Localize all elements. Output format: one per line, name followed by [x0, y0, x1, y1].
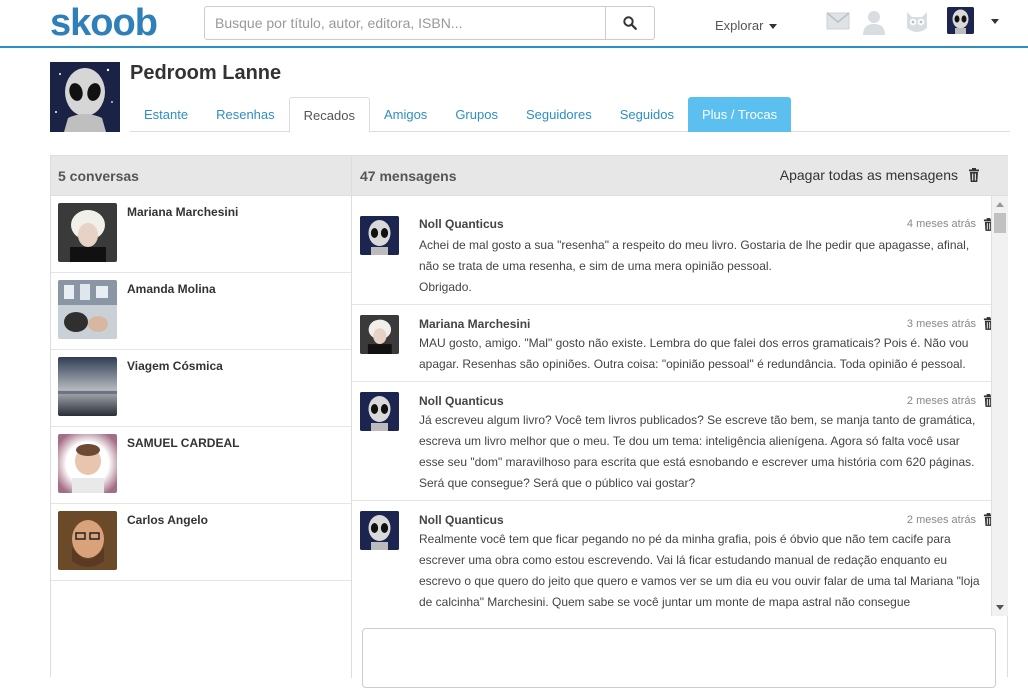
search-box: [204, 6, 655, 40]
conversation-item[interactable]: SAMUEL CARDEAL: [51, 427, 351, 504]
message-item: Noll Quanticus 2 meses atrás Realmente v…: [352, 501, 1008, 616]
trash-icon[interactable]: [968, 168, 980, 182]
message-time: 4 meses atrás: [906, 218, 976, 230]
conversations-count: 5 conversas: [51, 156, 351, 196]
conversation-name: Viagem Cósmica: [127, 359, 223, 373]
conversation-avatar: [58, 280, 117, 339]
tab-recados[interactable]: Recados: [288, 97, 370, 133]
message-item: Mariana Marchesini 3 meses atrás MAU gos…: [352, 305, 1008, 382]
messages-panel: 5 conversas Mariana Marchesini Amanda Mo…: [50, 155, 1008, 688]
message-text: Realmente você tem que ficar pegando no …: [419, 532, 980, 609]
tab-resenhas[interactable]: Resenhas: [202, 97, 289, 132]
profile-name: Pedroom Lanne: [130, 62, 282, 84]
tab-seguidores[interactable]: Seguidores: [512, 97, 606, 132]
avatar-photo: [58, 203, 117, 262]
profile-avatar[interactable]: [50, 62, 120, 132]
profile-tabs: Estante Resenhas Recados Amigos Grupos S…: [130, 97, 1010, 133]
messages-count: 47 mensagens: [360, 168, 457, 184]
conversation-item[interactable]: Amanda Molina: [51, 273, 351, 350]
search-button[interactable]: [605, 7, 654, 39]
avatar-photo: [58, 511, 117, 570]
conversation-avatar: [58, 203, 117, 262]
conversation-item[interactable]: Mariana Marchesini: [51, 196, 351, 273]
tab-seguidos[interactable]: Seguidos: [606, 97, 688, 132]
skoob-logo[interactable]: skoob: [50, 2, 158, 45]
tab-estante[interactable]: Estante: [130, 97, 202, 132]
user-avatar[interactable]: [947, 7, 974, 34]
message-avatar[interactable]: [360, 216, 399, 255]
alien-avatar-image: [360, 392, 399, 431]
message-text: MAU gosto, amigo. "Mal" gosto não existe…: [419, 336, 969, 371]
conversation-item[interactable]: Carlos Angelo: [51, 504, 351, 581]
conversation-avatar: [58, 434, 117, 493]
message-author[interactable]: Noll Quanticus: [419, 217, 504, 231]
search-input[interactable]: [205, 7, 605, 39]
conversation-name: Amanda Molina: [127, 282, 216, 296]
message-text: Achei de mal gosto a sua "resenha" a res…: [419, 238, 970, 294]
messages-header: 47 mensagens Apagar todas as mensagens: [352, 156, 1008, 196]
avatar-photo: [58, 280, 117, 339]
avatar-photo: [360, 315, 399, 354]
scroll-up-arrow-icon[interactable]: [996, 202, 1004, 207]
search-icon: [623, 16, 637, 30]
explore-menu[interactable]: Explorar: [715, 18, 778, 33]
message-list: Noll Quanticus 4 meses atrás Achei de ma…: [352, 196, 1008, 616]
message-avatar[interactable]: [360, 315, 399, 354]
envelope-icon[interactable]: [826, 12, 850, 30]
conversations-list: 5 conversas Mariana Marchesini Amanda Mo…: [51, 156, 352, 678]
scrollbar-thumb[interactable]: [994, 213, 1006, 233]
message-text: Já escreveu algum livro? Você tem livros…: [419, 413, 976, 490]
scroll-down-arrow-icon[interactable]: [996, 605, 1004, 610]
clear-all-messages-link[interactable]: Apagar todas as mensagens: [780, 156, 958, 194]
alien-icon: [947, 7, 974, 34]
message-author[interactable]: Mariana Marchesini: [419, 317, 530, 331]
message-time: 2 meses atrás: [906, 395, 976, 407]
message-author[interactable]: Noll Quanticus: [419, 394, 504, 408]
alien-avatar-image: [360, 511, 399, 550]
user-icon[interactable]: [860, 8, 888, 36]
alien-avatar-image: [50, 62, 120, 132]
alien-avatar-image: [360, 216, 399, 255]
owl-icon[interactable]: [903, 8, 931, 36]
message-avatar[interactable]: [360, 511, 399, 550]
message-item: Noll Quanticus 2 meses atrás Já escreveu…: [352, 382, 1008, 501]
reply-textarea[interactable]: [362, 628, 996, 688]
conversation-name: Carlos Angelo: [127, 513, 208, 527]
message-avatar[interactable]: [360, 392, 399, 431]
message-time: 2 meses atrás: [906, 514, 976, 526]
message-time: 3 meses atrás: [906, 318, 976, 330]
conversation-avatar: [58, 511, 117, 570]
explore-label: Explorar: [715, 18, 764, 33]
conversation-name: SAMUEL CARDEAL: [127, 436, 240, 450]
message-item: Noll Quanticus 4 meses atrás Achei de ma…: [352, 196, 1008, 305]
messages-column: 47 mensagens Apagar todas as mensagens N…: [352, 156, 1008, 688]
message-author[interactable]: Noll Quanticus: [419, 513, 504, 527]
conversation-avatar: [58, 357, 117, 416]
tab-grupos[interactable]: Grupos: [441, 97, 512, 132]
avatar-photo: [58, 434, 117, 493]
chevron-down-icon: [769, 24, 778, 30]
conversation-item[interactable]: Viagem Cósmica: [51, 350, 351, 427]
conversation-name: Mariana Marchesini: [127, 205, 239, 219]
message-list-scrollbar[interactable]: [991, 196, 1008, 616]
tab-plus-trocas[interactable]: Plus / Trocas: [687, 97, 792, 132]
avatar-photo: [58, 357, 117, 416]
avatar-menu-chevron-icon[interactable]: [991, 19, 999, 24]
top-navbar: skoob Explorar: [0, 0, 1028, 48]
tab-amigos[interactable]: Amigos: [370, 97, 441, 132]
